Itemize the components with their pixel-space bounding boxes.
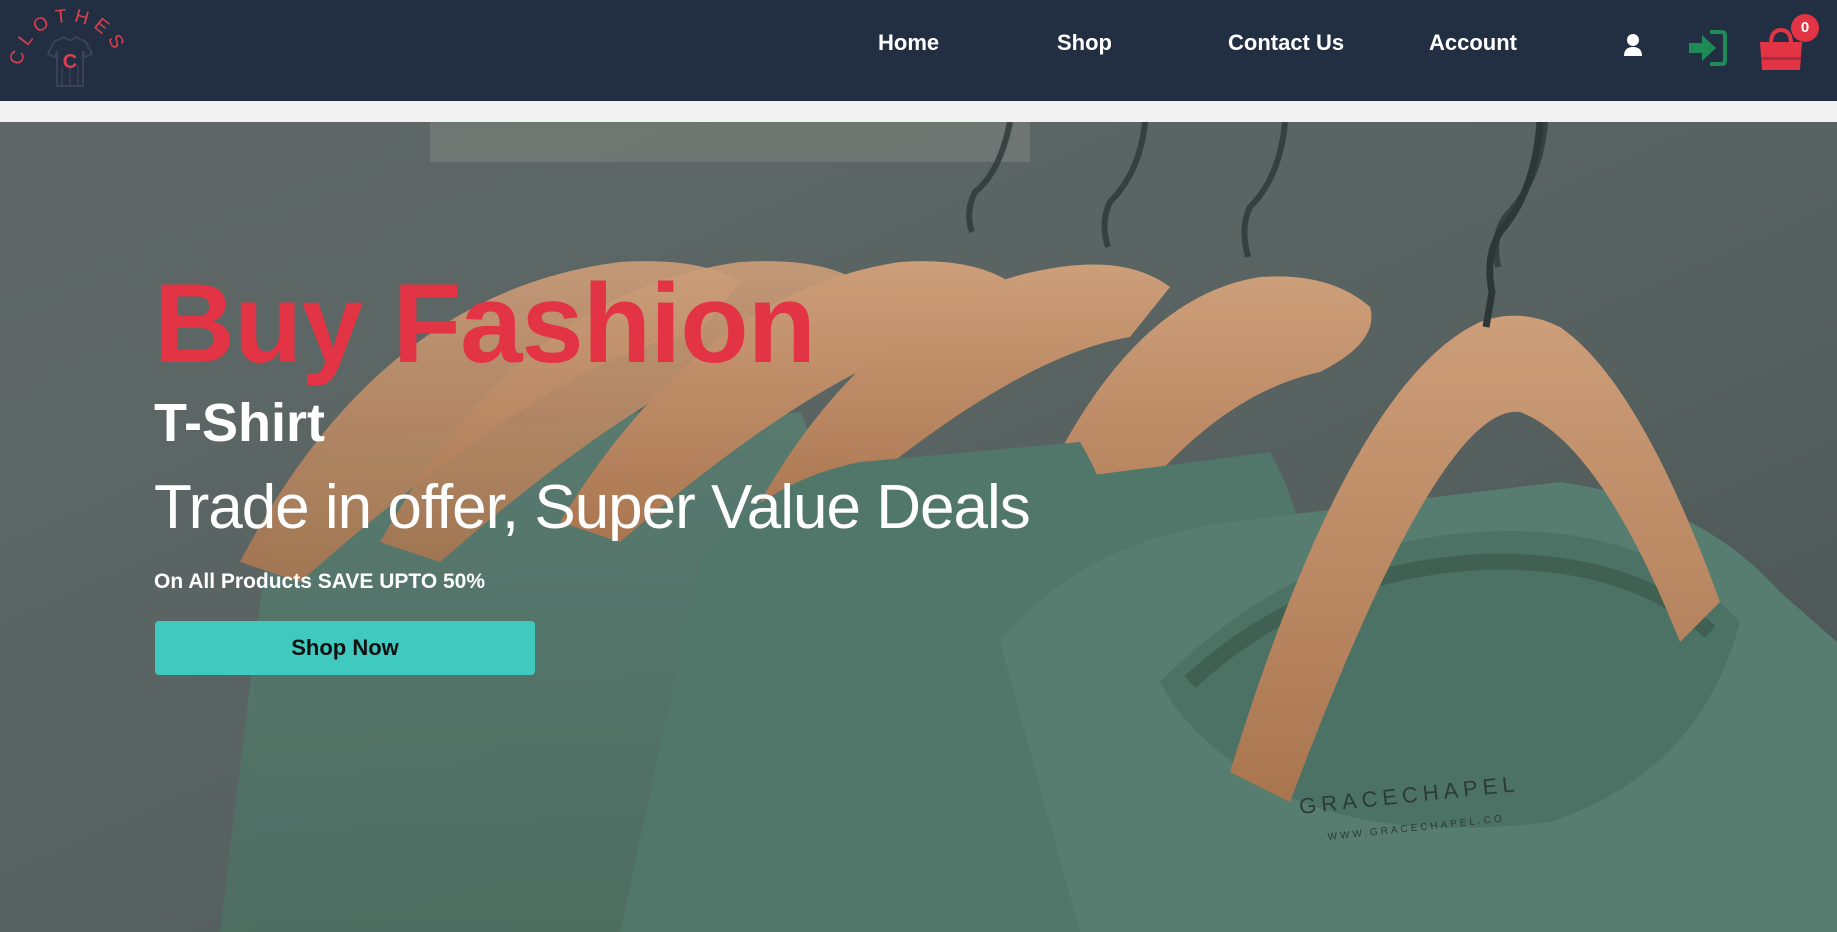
shop-now-button[interactable]: Shop Now [155, 621, 535, 675]
cart-count-badge: 0 [1791, 14, 1819, 42]
hero-banner: GRACECHAPEL WWW.GRACECHAPEL.CO Buy Fashi… [0, 122, 1837, 932]
nav-link-shop[interactable]: Shop [1057, 30, 1112, 56]
user-icon[interactable] [1622, 33, 1644, 57]
svg-text:C: C [63, 51, 77, 73]
login-icon[interactable] [1686, 28, 1728, 68]
hero-subtitle: T-Shirt [154, 393, 325, 453]
top-navbar: CLOTHES C Home Shop Contact Us Account [0, 0, 1837, 101]
hero-offer-text: Trade in offer, Super Value Deals [154, 473, 1031, 542]
nav-link-home[interactable]: Home [878, 30, 939, 56]
hero-save-text: On All Products SAVE UPTO 50% [154, 570, 486, 593]
nav-spacer [0, 101, 1837, 122]
clothes-logo[interactable]: CLOTHES C [6, 5, 128, 94]
nav-link-contact-us[interactable]: Contact Us [1228, 30, 1344, 56]
nav-link-account[interactable]: Account [1429, 30, 1517, 56]
hero-title: Buy Fashion [154, 261, 816, 386]
